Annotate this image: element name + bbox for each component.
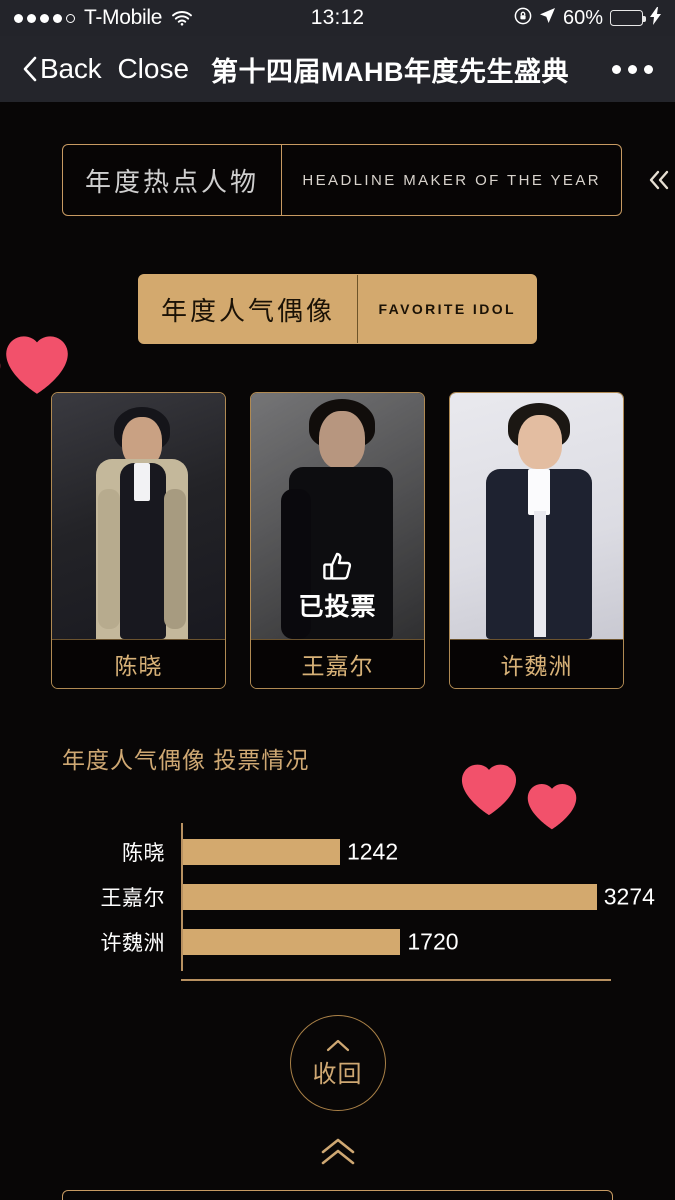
app-root: T-Mobile 13:12 60% Back Close 第十四届MAHB年度… <box>0 0 675 1200</box>
chart-bar-rows: 陈晓 1242 王嘉尔 3274 许魏洲 1720 <box>62 839 655 974</box>
candidate-photo <box>450 393 623 639</box>
candidate-card-list: 陈晓 已投票 王嘉尔 许魏洲 <box>0 336 675 689</box>
collapse-section: 收回 <box>0 1015 675 1167</box>
category-tab-favorite-idol[interactable]: 年度人气偶像 FAVORITE IDOL <box>138 274 537 344</box>
candidate-card[interactable]: 许魏洲 <box>449 392 624 689</box>
double-chevron-up-icon[interactable] <box>317 1137 359 1167</box>
chart-x-axis <box>181 979 611 981</box>
voted-overlay: 已投票 <box>251 393 424 639</box>
voted-label: 已投票 <box>298 593 377 621</box>
category-tab-label-en: FAVORITE IDOL <box>378 301 516 317</box>
page-content: 年度热点人物 HEADLINE MAKER OF THE YEAR 年度人气偶像… <box>0 102 675 1200</box>
chart-bar-track: 1720 <box>183 929 614 955</box>
collapse-label: 收回 <box>312 1060 363 1088</box>
location-arrow-icon <box>539 7 556 29</box>
chart-category-label: 陈晓 <box>122 842 165 865</box>
status-bar: T-Mobile 13:12 60% <box>0 0 675 36</box>
navigation-bar: Back Close 第十四届MAHB年度先生盛典 <box>0 36 675 102</box>
rotation-lock-icon <box>514 7 532 30</box>
lightning-bolt-icon <box>650 6 661 30</box>
candidate-card[interactable]: 已投票 王嘉尔 <box>250 392 425 689</box>
candidate-name: 许魏洲 <box>450 639 623 688</box>
floating-heart-icon <box>458 759 520 817</box>
chart-bar-row: 许魏洲 1720 <box>62 929 614 955</box>
chart-title: 年度人气偶像 投票情况 <box>62 747 310 773</box>
candidate-name: 王嘉尔 <box>251 639 424 688</box>
chart-bar-row: 王嘉尔 3274 <box>62 884 655 910</box>
candidate-photo <box>52 393 225 639</box>
chart-bar <box>183 884 597 910</box>
chart-value-label: 3274 <box>603 883 655 910</box>
battery-icon <box>610 10 646 26</box>
chart-bar-track: 1242 <box>183 839 614 865</box>
chevron-left-icon <box>22 56 38 82</box>
category-row-favorite-idol: 年度人气偶像 FAVORITE IDOL <box>0 274 675 344</box>
back-button[interactable]: Back <box>22 53 102 85</box>
chart-bar <box>183 839 340 865</box>
status-bar-right: 60% <box>514 6 661 30</box>
double-chevron-left-icon[interactable] <box>644 163 674 197</box>
floating-heart-icon <box>1 330 73 396</box>
category-row-headline-maker: 年度热点人物 HEADLINE MAKER OF THE YEAR <box>0 144 675 216</box>
more-horizontal-icon[interactable] <box>612 64 653 74</box>
candidate-photo: 已投票 <box>251 393 424 639</box>
candidate-name: 陈晓 <box>52 639 225 688</box>
next-section-panel[interactable] <box>62 1190 613 1200</box>
category-tab-label-cn: 年度热点人物 <box>85 166 260 197</box>
vote-chart-section: 年度人气偶像 投票情况 陈晓 1242 王嘉尔 3274 许魏洲 1720 <box>0 741 675 981</box>
thumbs-up-icon <box>321 550 355 584</box>
chart-value-label: 1242 <box>346 838 399 865</box>
battery-percent-label: 60% <box>562 6 603 29</box>
chart-bar <box>183 929 401 955</box>
category-tab-headline-maker[interactable]: 年度热点人物 HEADLINE MAKER OF THE YEAR <box>62 144 622 216</box>
floating-heart-icon <box>524 779 580 831</box>
collapse-button[interactable]: 收回 <box>289 1015 386 1111</box>
chart-bar-row: 陈晓 1242 <box>62 839 614 865</box>
chart-value-label: 1720 <box>407 928 459 955</box>
close-button[interactable]: Close <box>117 53 189 85</box>
chevron-up-icon <box>325 1038 351 1053</box>
candidate-card[interactable]: 陈晓 <box>51 392 226 689</box>
chart-bar-track: 3274 <box>183 884 655 910</box>
back-label: Back <box>40 53 102 84</box>
category-tab-label-cn: 年度人气偶像 <box>161 295 336 326</box>
category-tab-label-en: HEADLINE MAKER OF THE YEAR <box>302 171 601 189</box>
vote-bar-chart: 陈晓 1242 王嘉尔 3274 许魏洲 1720 <box>62 823 655 981</box>
chart-category-label: 许魏洲 <box>100 932 165 955</box>
page-title: 第十四届MAHB年度先生盛典 <box>211 56 570 87</box>
chart-category-label: 王嘉尔 <box>100 887 165 910</box>
